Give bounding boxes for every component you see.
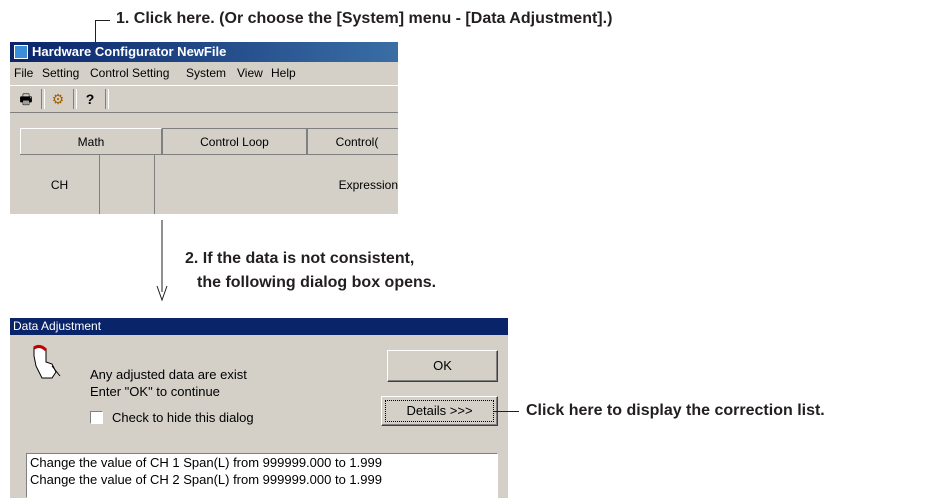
column-header-expression: Expression bbox=[338, 178, 398, 192]
correction-item: Change the value of CH 1 Span(L) from 99… bbox=[30, 455, 382, 470]
window-title: Hardware Configurator NewFile bbox=[32, 44, 227, 59]
app-icon bbox=[14, 45, 28, 59]
ok-button[interactable]: OK bbox=[387, 350, 498, 382]
tab-row: Math Control Loop Control( bbox=[10, 128, 398, 154]
dialog-message-line2: Enter "OK" to continue bbox=[90, 384, 220, 399]
step2-annotation-line1: 2. If the data is not consistent, bbox=[185, 250, 415, 267]
data-grid: CH Expression bbox=[20, 154, 398, 214]
hide-dialog-checkbox[interactable] bbox=[90, 411, 103, 424]
details-button[interactable]: Details >>> bbox=[381, 396, 498, 426]
toolbar-separator bbox=[41, 89, 45, 109]
window-titlebar: Hardware Configurator NewFile bbox=[10, 42, 398, 62]
dialog-title: Data Adjustment bbox=[13, 319, 102, 333]
correction-list[interactable]: Change the value of CH 1 Span(L) from 99… bbox=[26, 453, 498, 498]
column-header-ch: CH bbox=[20, 155, 100, 214]
menu-setting[interactable]: Setting bbox=[42, 63, 79, 83]
printer-icon[interactable]: 🖶 bbox=[14, 89, 38, 109]
dialog-message-line1: Any adjusted data are exist bbox=[90, 367, 247, 382]
data-adjustment-dialog: Data Adjustment Any adjusted data are ex… bbox=[9, 318, 508, 498]
correction-item: Change the value of CH 2 Span(L) from 99… bbox=[30, 472, 382, 487]
down-arrow-icon bbox=[156, 220, 168, 302]
details-callout-line bbox=[494, 411, 519, 412]
callout-line-horizontal bbox=[95, 20, 110, 21]
hide-dialog-label[interactable]: Check to hide this dialog bbox=[112, 410, 254, 425]
step2-annotation-line2: the following dialog box opens. bbox=[197, 274, 437, 291]
tab-control-loop[interactable]: Control Loop bbox=[162, 128, 307, 154]
hardware-configurator-window: Hardware Configurator NewFile File Setti… bbox=[9, 42, 398, 214]
menu-system[interactable]: System bbox=[186, 63, 226, 83]
tab-control[interactable]: Control( bbox=[307, 128, 398, 154]
menu-file[interactable]: File bbox=[14, 63, 33, 83]
toolbar-separator bbox=[105, 89, 109, 109]
menu-help[interactable]: Help bbox=[271, 63, 296, 83]
dialog-titlebar: Data Adjustment bbox=[10, 318, 508, 335]
tab-math[interactable]: Math bbox=[20, 128, 162, 154]
details-annotation: Click here to display the correction lis… bbox=[526, 402, 825, 419]
data-adjustment-icon[interactable]: ⚙ bbox=[46, 89, 70, 109]
hand-pointer-icon bbox=[33, 344, 61, 379]
step1-annotation: 1. Click here. (Or choose the [System] m… bbox=[116, 10, 613, 27]
menu-control-setting[interactable]: Control Setting bbox=[90, 63, 169, 83]
menu-bar: File Setting Control Setting System View… bbox=[10, 63, 398, 83]
toolbar-separator bbox=[73, 89, 77, 109]
toolbar: 🖶 ⚙ ? bbox=[10, 85, 398, 113]
menu-view[interactable]: View bbox=[237, 63, 263, 83]
help-icon[interactable]: ? bbox=[78, 89, 102, 109]
column-header-blank bbox=[100, 155, 155, 214]
